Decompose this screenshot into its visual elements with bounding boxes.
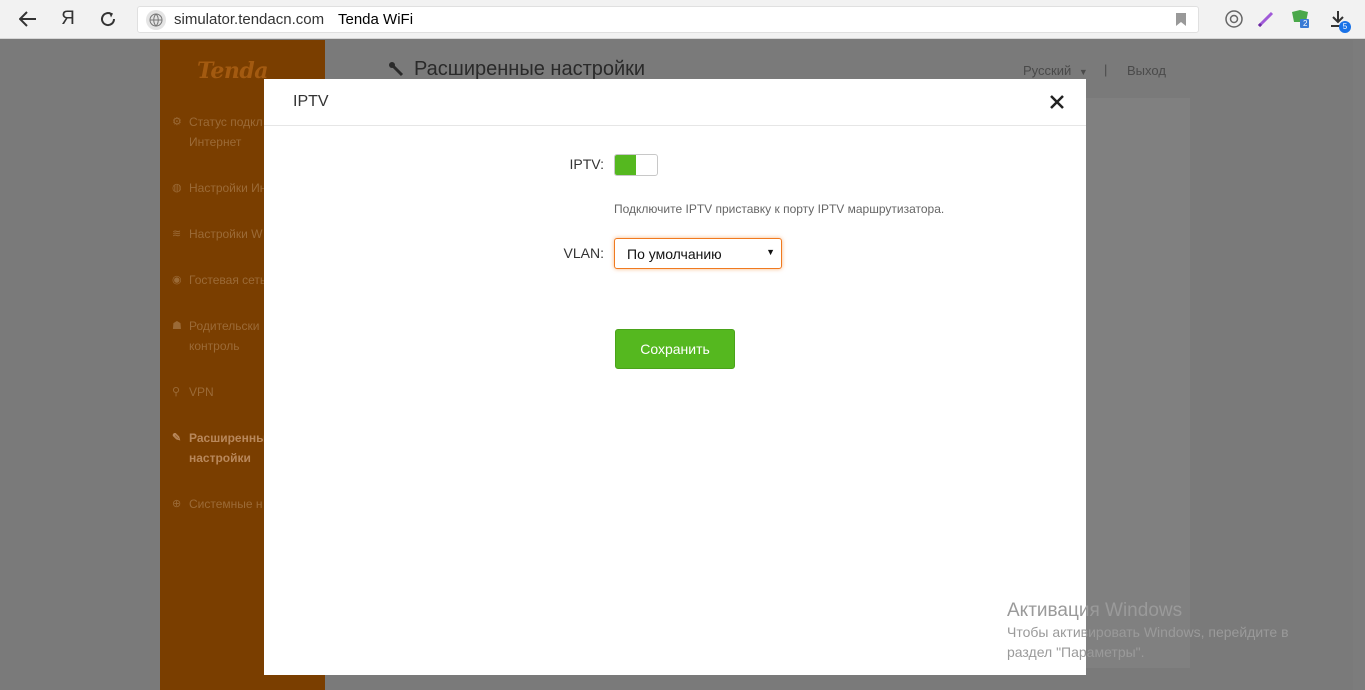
header-separator: | [1104,62,1108,77]
sidebar-item-internet-settings[interactable]: ◍ Настройки Ин [172,178,266,198]
chevron-down-icon: ▼ [1078,67,1088,77]
browser-toolbar: Я simulator.tendacn.com Tenda WiFi 2 5 [0,0,1365,39]
windows-activation-line2: раздел "Параметры". [1007,644,1145,660]
page-title: Расширенные настройки [388,58,645,81]
at-sign-icon[interactable] [1223,8,1245,30]
vpn-icon: ⚲ [172,386,181,398]
guest-icon: ◉ [172,274,182,286]
sidebar-item-wifi-settings[interactable]: ≋ Настройки W [172,224,263,244]
sidebar-item-advanced-settings[interactable]: ✎ Расширенны настройки [172,428,266,468]
globe-icon [146,10,166,30]
language-select[interactable]: Русский ▼ [1023,63,1088,78]
tenda-logo: Tenda [197,58,268,84]
system-icon: ⊕ [172,498,182,510]
dialog-header: IPTV [264,79,1086,126]
downloads-badge: 5 [1339,21,1351,33]
dropdown-arrow-icon: ▼ [766,247,775,257]
reload-button[interactable] [95,6,121,32]
back-button[interactable] [15,6,41,32]
logout-link[interactable]: Выход [1127,63,1166,78]
vlan-label: VLAN: [563,245,604,261]
vlan-selected-value: По умолчанию [627,246,722,262]
iptv-dialog: IPTV IPTV: Подключите IPTV приставку к п… [264,79,1086,675]
iptv-hint: Подключите IPTV приставку к порту IPTV м… [614,202,945,216]
back-arrow-icon [19,11,36,27]
yandex-button[interactable]: Я [55,6,81,32]
save-button[interactable]: Сохранить [615,329,735,369]
address-bar[interactable]: simulator.tendacn.com Tenda WiFi [137,6,1199,33]
iptv-label: IPTV: [569,156,605,172]
globe-icon: ◍ [172,182,182,194]
bookmark-icon[interactable] [1176,13,1186,31]
sidebar-item-parental-control[interactable]: ☗ Родительски контроль [172,316,259,356]
windows-activation-line1: Чтобы активировать Windows, перейдите в [1007,624,1289,640]
downloads-button[interactable]: 5 [1327,8,1351,33]
toggle-on-indicator [615,155,636,175]
sidebar-item-guest-network[interactable]: ◉ Гостевая сеть [172,270,266,290]
tab-title: Tenda WiFi [338,11,414,28]
page-scrollbar[interactable] [1353,40,1365,690]
sidebar-item-vpn[interactable]: ⚲ VPN [172,382,214,402]
puzzle-extension-icon[interactable]: 2 [1289,8,1311,30]
iptv-toggle[interactable] [614,154,658,176]
sidebar-item-system-settings[interactable]: ⊕ Системные н [172,494,263,514]
close-icon [1050,95,1064,109]
windows-activation-title: Активация Windows [1007,600,1183,621]
status-icon: ⚙ [172,116,182,128]
url-text: simulator.tendacn.com [174,11,325,28]
parental-icon: ☗ [172,320,182,332]
content-panel [1086,98,1190,668]
extension-badge: 2 [1303,19,1308,28]
pen-extension-icon[interactable] [1255,8,1277,30]
wrench-icon: ✎ [172,432,182,444]
dialog-title: IPTV [293,93,329,110]
wifi-icon: ≋ [172,228,182,240]
close-button[interactable] [1048,93,1066,111]
reload-icon [101,12,116,27]
vlan-select[interactable]: По умолчанию ▼ [614,238,782,269]
wrench-icon [389,61,404,76]
sidebar-item-internet-status[interactable]: ⚙ Статус подкл Интернет [172,112,263,152]
